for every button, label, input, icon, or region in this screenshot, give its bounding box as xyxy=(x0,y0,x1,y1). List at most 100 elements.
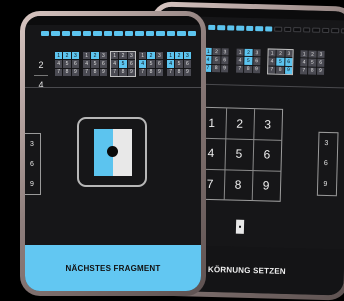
mini-grid-cell: 7 xyxy=(167,68,175,76)
mini-grid-cell: 4 xyxy=(236,56,244,65)
mini-grid-cell: 2 xyxy=(276,49,285,58)
mini-grid-cell: 7 xyxy=(300,66,308,75)
progress-segment xyxy=(156,31,165,36)
mini-grid-cell: 2 xyxy=(119,52,127,60)
mini-fragment-grid[interactable]: 123456789 xyxy=(267,48,294,76)
progress-segment xyxy=(331,28,339,34)
fragment-center-dot xyxy=(107,146,118,157)
mini-grid-cell: 9 xyxy=(220,64,229,73)
mini-fragment-grid[interactable]: 123456789 xyxy=(300,50,325,75)
progress-segment xyxy=(177,31,186,36)
mini-grid-cell: 6 xyxy=(284,58,293,66)
status-bar xyxy=(25,16,201,25)
next-fragment-button[interactable]: NÄCHSTES FRAGMENT xyxy=(25,245,201,291)
grid-cell-6[interactable]: 6 xyxy=(253,139,282,170)
set-grain-label: KÖRNUNG SETZEN xyxy=(207,264,286,276)
progress-segment xyxy=(236,25,245,31)
side-grid-cell: 3 xyxy=(30,140,34,148)
mini-grid-cell: 3 xyxy=(155,52,163,60)
progress-segment xyxy=(187,31,197,36)
mini-grid-cell: 7 xyxy=(83,68,91,76)
progress-segment xyxy=(82,31,92,36)
mini-grid-cell: 7 xyxy=(268,66,276,74)
progress-segment xyxy=(208,24,216,31)
progress-segment xyxy=(41,31,50,36)
mini-grid-cell: 7 xyxy=(55,68,63,76)
progress-segment xyxy=(293,27,301,33)
mini-grid-cell: 2 xyxy=(212,47,221,56)
mini-fragment-grid[interactable]: 123456789 xyxy=(167,52,191,76)
mini-grid-cell: 6 xyxy=(220,56,229,65)
mini-grid-cell: 3 xyxy=(71,52,79,60)
progress-segment xyxy=(72,31,81,36)
progress-segment xyxy=(302,27,311,33)
mini-grid-cell: 2 xyxy=(147,52,155,60)
mini-grid-cell: 1 xyxy=(268,49,276,57)
mini-grid-cell: 5 xyxy=(276,57,285,66)
grid-cell-8[interactable]: 8 xyxy=(224,169,253,200)
mini-grid-cell: 1 xyxy=(55,52,63,60)
mini-grid-cell: 2 xyxy=(63,52,71,60)
mini-grid-cell: 3 xyxy=(317,50,325,59)
mini-fragment-grid[interactable]: 123456789 xyxy=(204,47,229,73)
mini-grid-cell: 8 xyxy=(244,65,252,74)
grid-cell-9[interactable]: 9 xyxy=(252,170,281,201)
mini-grid-cell: 2 xyxy=(244,48,253,57)
mini-grid-cell: 1 xyxy=(139,52,147,60)
door-icon xyxy=(235,219,245,234)
mini-grid-cell: 9 xyxy=(183,68,191,76)
fragment-total: 4 xyxy=(38,80,44,90)
progress-segment xyxy=(246,25,254,32)
mini-grid-cell: 6 xyxy=(316,59,325,67)
mini-grid-cell: 2 xyxy=(308,50,317,59)
mini-grid-cell: 8 xyxy=(175,68,183,76)
mini-fragment-grid[interactable]: 123456789 xyxy=(110,51,136,77)
mini-grid-cell: 6 xyxy=(252,57,261,65)
mini-grid-cell: 3 xyxy=(127,52,135,60)
mini-grid-cell: 5 xyxy=(212,56,221,64)
grid-cell-3[interactable]: 3 xyxy=(253,109,282,140)
grid-cell-5[interactable]: 5 xyxy=(225,139,254,170)
progress-segment xyxy=(93,31,102,36)
mini-fragment-grid[interactable]: 123456789 xyxy=(139,52,163,76)
mini-grid-cell: 3 xyxy=(285,49,293,58)
side-grid-cell: 6 xyxy=(30,160,34,168)
mini-grid-cell: 8 xyxy=(276,66,284,74)
nine-grid[interactable]: 123456789 xyxy=(194,106,284,202)
grid-cell-2[interactable]: 2 xyxy=(225,108,254,139)
mini-grid-cell: 9 xyxy=(284,66,293,75)
progress-segment xyxy=(217,25,226,31)
progress-segment xyxy=(312,27,320,33)
side-grid-preview: 3 6 9 xyxy=(25,133,41,195)
progress-segment xyxy=(103,31,113,36)
mini-grid-cell: 8 xyxy=(147,68,155,76)
progress-segment xyxy=(283,26,292,33)
mini-grid-cell: 9 xyxy=(316,67,325,75)
side-grid-cell: 9 xyxy=(30,180,34,188)
side-grid-cell: 9 xyxy=(323,181,328,189)
mini-grid-cell: 7 xyxy=(111,68,119,76)
fragment-preview[interactable] xyxy=(77,117,147,187)
mini-grid-cell: 4 xyxy=(139,60,147,68)
mini-grid-cell: 9 xyxy=(99,68,107,76)
progress-segment xyxy=(124,31,134,36)
mini-grid-cell: 3 xyxy=(221,48,229,56)
mini-fragment-grid[interactable]: 123456789 xyxy=(55,52,79,76)
progress-bar xyxy=(208,24,344,34)
mini-grid-cell: 9 xyxy=(71,68,79,76)
mini-grid-cell: 4 xyxy=(83,60,91,68)
mini-grid-cell: 8 xyxy=(91,68,99,76)
mini-grid-cell: 1 xyxy=(111,52,119,60)
mini-fragment-grid[interactable]: 123456789 xyxy=(83,52,107,76)
mini-grid-cell: 5 xyxy=(308,58,317,67)
tablet-front-screen: 2 4 123456789123456789123456789123456789… xyxy=(25,16,201,291)
mini-grid-cell: 8 xyxy=(63,68,71,76)
progress-segment xyxy=(264,26,273,32)
progress-segment xyxy=(227,25,235,31)
mini-grid-cell: 6 xyxy=(183,60,191,68)
mini-grid-cell: 8 xyxy=(212,64,220,73)
mini-grid-cell: 4 xyxy=(55,60,63,68)
mini-grid-cell: 5 xyxy=(175,60,183,68)
mini-fragment-grid[interactable]: 123456789 xyxy=(236,48,261,74)
divider xyxy=(25,87,201,88)
